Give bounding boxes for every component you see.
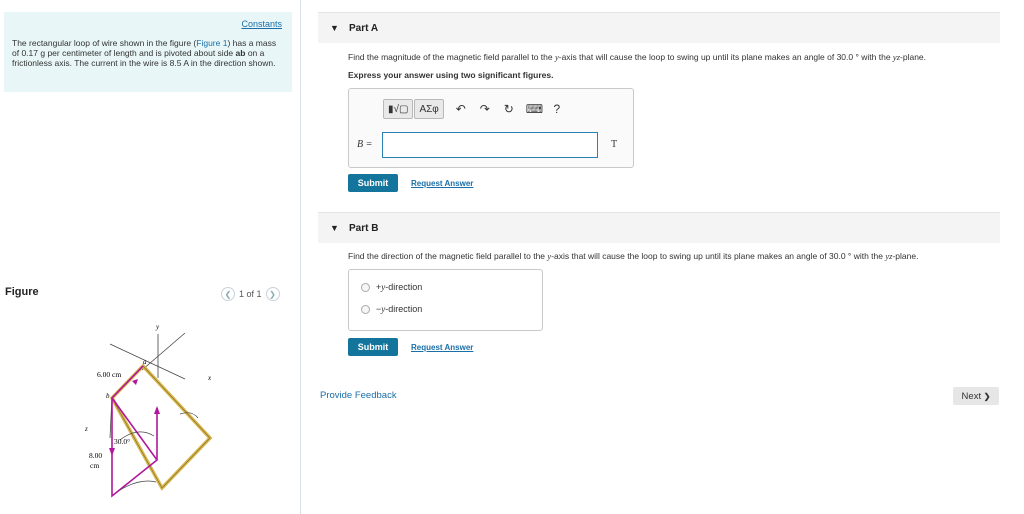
choice-minus-y[interactable]: −y-direction (361, 304, 422, 314)
loop-figure: y x z a b 6.00 cm 8.00 cm 30.0° (84, 323, 213, 498)
chevron-right-icon: ❯ (983, 391, 991, 401)
z-axis-label: z (84, 425, 88, 433)
angle-label: 30.0° (114, 437, 130, 446)
pb-q1: Find the direction of the magnetic field… (348, 251, 548, 261)
help-icon[interactable]: ? (550, 102, 564, 116)
intro-text: The rectangular loop of wire shown in th… (12, 38, 284, 68)
constants-link[interactable]: Constants (241, 19, 282, 29)
magenta-loop (111, 365, 158, 498)
radio-minus-y[interactable] (361, 304, 370, 314)
dim-6cm-label: 6.00 cm (97, 370, 121, 379)
down-arrow-icon (109, 448, 115, 456)
diag-arrow-icon (132, 379, 138, 385)
part-a-question: Find the magnitude of the magnetic field… (348, 52, 926, 62)
part-a-request-answer-link[interactable]: Request Answer (411, 179, 473, 188)
template-group: ▮√▢ ΑΣφ (383, 99, 444, 119)
pa-q3: with the (858, 52, 893, 62)
part-a-instruction: Express your answer using two significan… (348, 70, 554, 80)
intro-box: Constants The rectangular loop of wire s… (4, 12, 292, 92)
next-button[interactable]: Next ❯ (953, 387, 999, 405)
collapse-triangle-icon[interactable]: ▼ (330, 223, 339, 233)
part-b-submit-button[interactable]: Submit (348, 338, 398, 356)
diag-axis-line (141, 332, 186, 371)
magenta-diag (111, 397, 158, 461)
pa-plane: yz (892, 52, 901, 62)
choice-minus-y-label: −y-direction (376, 304, 422, 314)
unit-label: T (611, 139, 618, 150)
templates-button[interactable]: ▮√▢ (383, 99, 414, 119)
part-a-title: Part A (349, 23, 379, 34)
x-axis-label: x (207, 374, 212, 382)
reset-icon[interactable]: ↻ (502, 102, 516, 116)
keyboard-icon[interactable]: ⌨ (526, 102, 543, 116)
pb-q4: -plane. (892, 251, 919, 261)
part-b-header[interactable]: ▼ Part B (318, 212, 1000, 243)
part-b-title: Part B (349, 223, 379, 234)
pb-q3: with the (851, 251, 886, 261)
pa-q4: -plane. (900, 52, 927, 62)
figure-label: Figure (5, 286, 39, 298)
radio-plus-y[interactable] (361, 282, 370, 292)
choice-plus-y[interactable]: +y-direction (361, 282, 422, 292)
x-axis-line (109, 343, 186, 380)
up-arrow-icon (154, 406, 160, 414)
b-input-label: B = (357, 139, 373, 150)
intro-text-4: in the direction shown. (188, 58, 276, 68)
undo-icon[interactable]: ↶ (454, 102, 468, 116)
figure-pager: ❮ 1 of 1 ❯ (221, 287, 280, 301)
point-a-label: a (143, 358, 147, 366)
gold-loop (109, 363, 213, 491)
left-panel: Constants The rectangular loop of wire s… (0, 0, 301, 514)
figure-link[interactable]: Figure 1 (196, 38, 227, 48)
part-a-header[interactable]: ▼ Part A (318, 12, 1000, 43)
y-axis-label: y (155, 323, 160, 331)
pb-q2: -axis that will cause the loop to swing … (551, 251, 848, 261)
choice-plus-y-label: +y-direction (376, 282, 422, 292)
dim-cm-label: cm (90, 461, 99, 470)
part-a-submit-button[interactable]: Submit (348, 174, 398, 192)
part-b-request-answer-link[interactable]: Request Answer (411, 343, 473, 352)
b-answer-input[interactable] (382, 132, 598, 158)
intro-side: ab (235, 48, 246, 58)
next-figure-icon[interactable]: ❯ (265, 287, 280, 301)
pager-text: 1 of 1 (239, 289, 262, 299)
intro-text-1: The rectangular loop of wire shown in th… (12, 38, 197, 48)
pa-q1: Find the magnitude of the magnetic field… (348, 52, 555, 62)
next-label: Next (961, 390, 982, 402)
provide-feedback-link[interactable]: Provide Feedback (320, 390, 397, 401)
opt0-suffix: -direction (385, 282, 423, 292)
collapse-triangle-icon[interactable]: ▼ (330, 23, 339, 33)
redo-icon[interactable]: ↷ (478, 102, 492, 116)
opt1-suffix: -direction (385, 304, 423, 314)
symbols-button[interactable]: ΑΣφ (414, 99, 444, 119)
answer-box: ▮√▢ ΑΣφ ↶ ↷ ↻ ⌨ ? B = T (348, 88, 634, 168)
direction-choices: +y-direction −y-direction (348, 269, 543, 331)
dim-8-label: 8.00 (89, 451, 102, 460)
math-toolbar: ▮√▢ ΑΣφ ↶ ↷ ↻ ⌨ ? (383, 99, 564, 119)
prev-figure-icon[interactable]: ❮ (221, 287, 235, 301)
part-b-question: Find the direction of the magnetic field… (348, 251, 918, 261)
pa-q2: -axis that will cause the loop to swing … (558, 52, 856, 62)
point-b-label: b (106, 392, 110, 400)
